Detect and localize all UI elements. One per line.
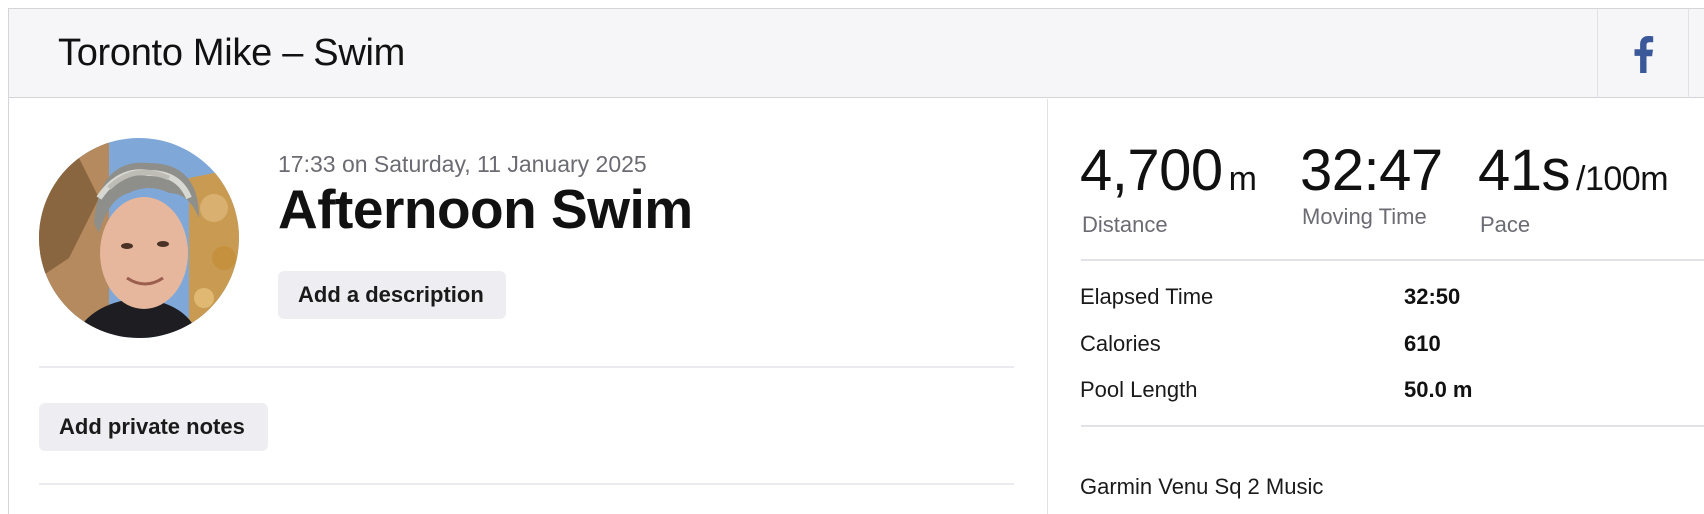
avatar[interactable] [39, 138, 239, 338]
detail-label: Calories [1080, 331, 1161, 356]
device-name: Garmin Venu Sq 2 Music [1080, 474, 1324, 499]
facebook-icon [1634, 35, 1654, 73]
stat-pace-label: Pace [1480, 212, 1531, 237]
stat-moving-time-value: 32:47 [1300, 138, 1443, 203]
detail-row-pool-length: Pool Length 50.0 m [1080, 376, 1680, 404]
stat-distance-unit: m [1228, 160, 1257, 198]
avatar-photo [39, 138, 239, 338]
detail-label: Pool Length [1080, 377, 1198, 402]
divider [39, 483, 1014, 485]
stat-pace-value: 41s [1478, 138, 1571, 203]
detail-row-elapsed-time: Elapsed Time 32:50 [1080, 283, 1680, 311]
add-private-notes-button[interactable]: Add private notes [39, 403, 268, 451]
detail-value: 32:50 [1404, 284, 1461, 309]
page-title: Toronto Mike – Swim [58, 32, 405, 74]
stat-pace-unit: /100m [1576, 160, 1669, 198]
activity-panel: Toronto Mike – Swim 17:33 on Saturday, 1… [8, 8, 1704, 514]
stat-pace: 41s/100m Pace [1478, 138, 1669, 238]
stat-distance-value: 4,700 [1080, 138, 1223, 203]
facebook-share-button[interactable] [1597, 9, 1689, 98]
divider [1081, 425, 1704, 427]
detail-label: Elapsed Time [1080, 284, 1214, 309]
stat-distance-label: Distance [1082, 212, 1168, 237]
page-header: Toronto Mike – Swim [9, 9, 1704, 98]
activity-summary: 17:33 on Saturday, 11 January 2025 After… [9, 99, 1047, 514]
detail-row-calories: Calories 610 [1080, 330, 1680, 358]
divider [39, 366, 1014, 368]
detail-value: 50.0 m [1404, 377, 1473, 402]
stat-distance: 4,700 m Distance [1080, 138, 1257, 238]
stat-moving-time: 32:47 Moving Time [1300, 139, 1443, 230]
activity-title: Afternoon Swim [278, 178, 693, 240]
activity-datetime: 17:33 on Saturday, 11 January 2025 [278, 151, 647, 177]
activity-stats: 4,700 m Distance 32:47 Moving Time 41s/10… [1048, 99, 1704, 514]
stat-moving-time-label: Moving Time [1302, 204, 1427, 229]
add-description-button[interactable]: Add a description [278, 271, 506, 319]
detail-value: 610 [1404, 331, 1441, 356]
divider [1081, 259, 1704, 261]
